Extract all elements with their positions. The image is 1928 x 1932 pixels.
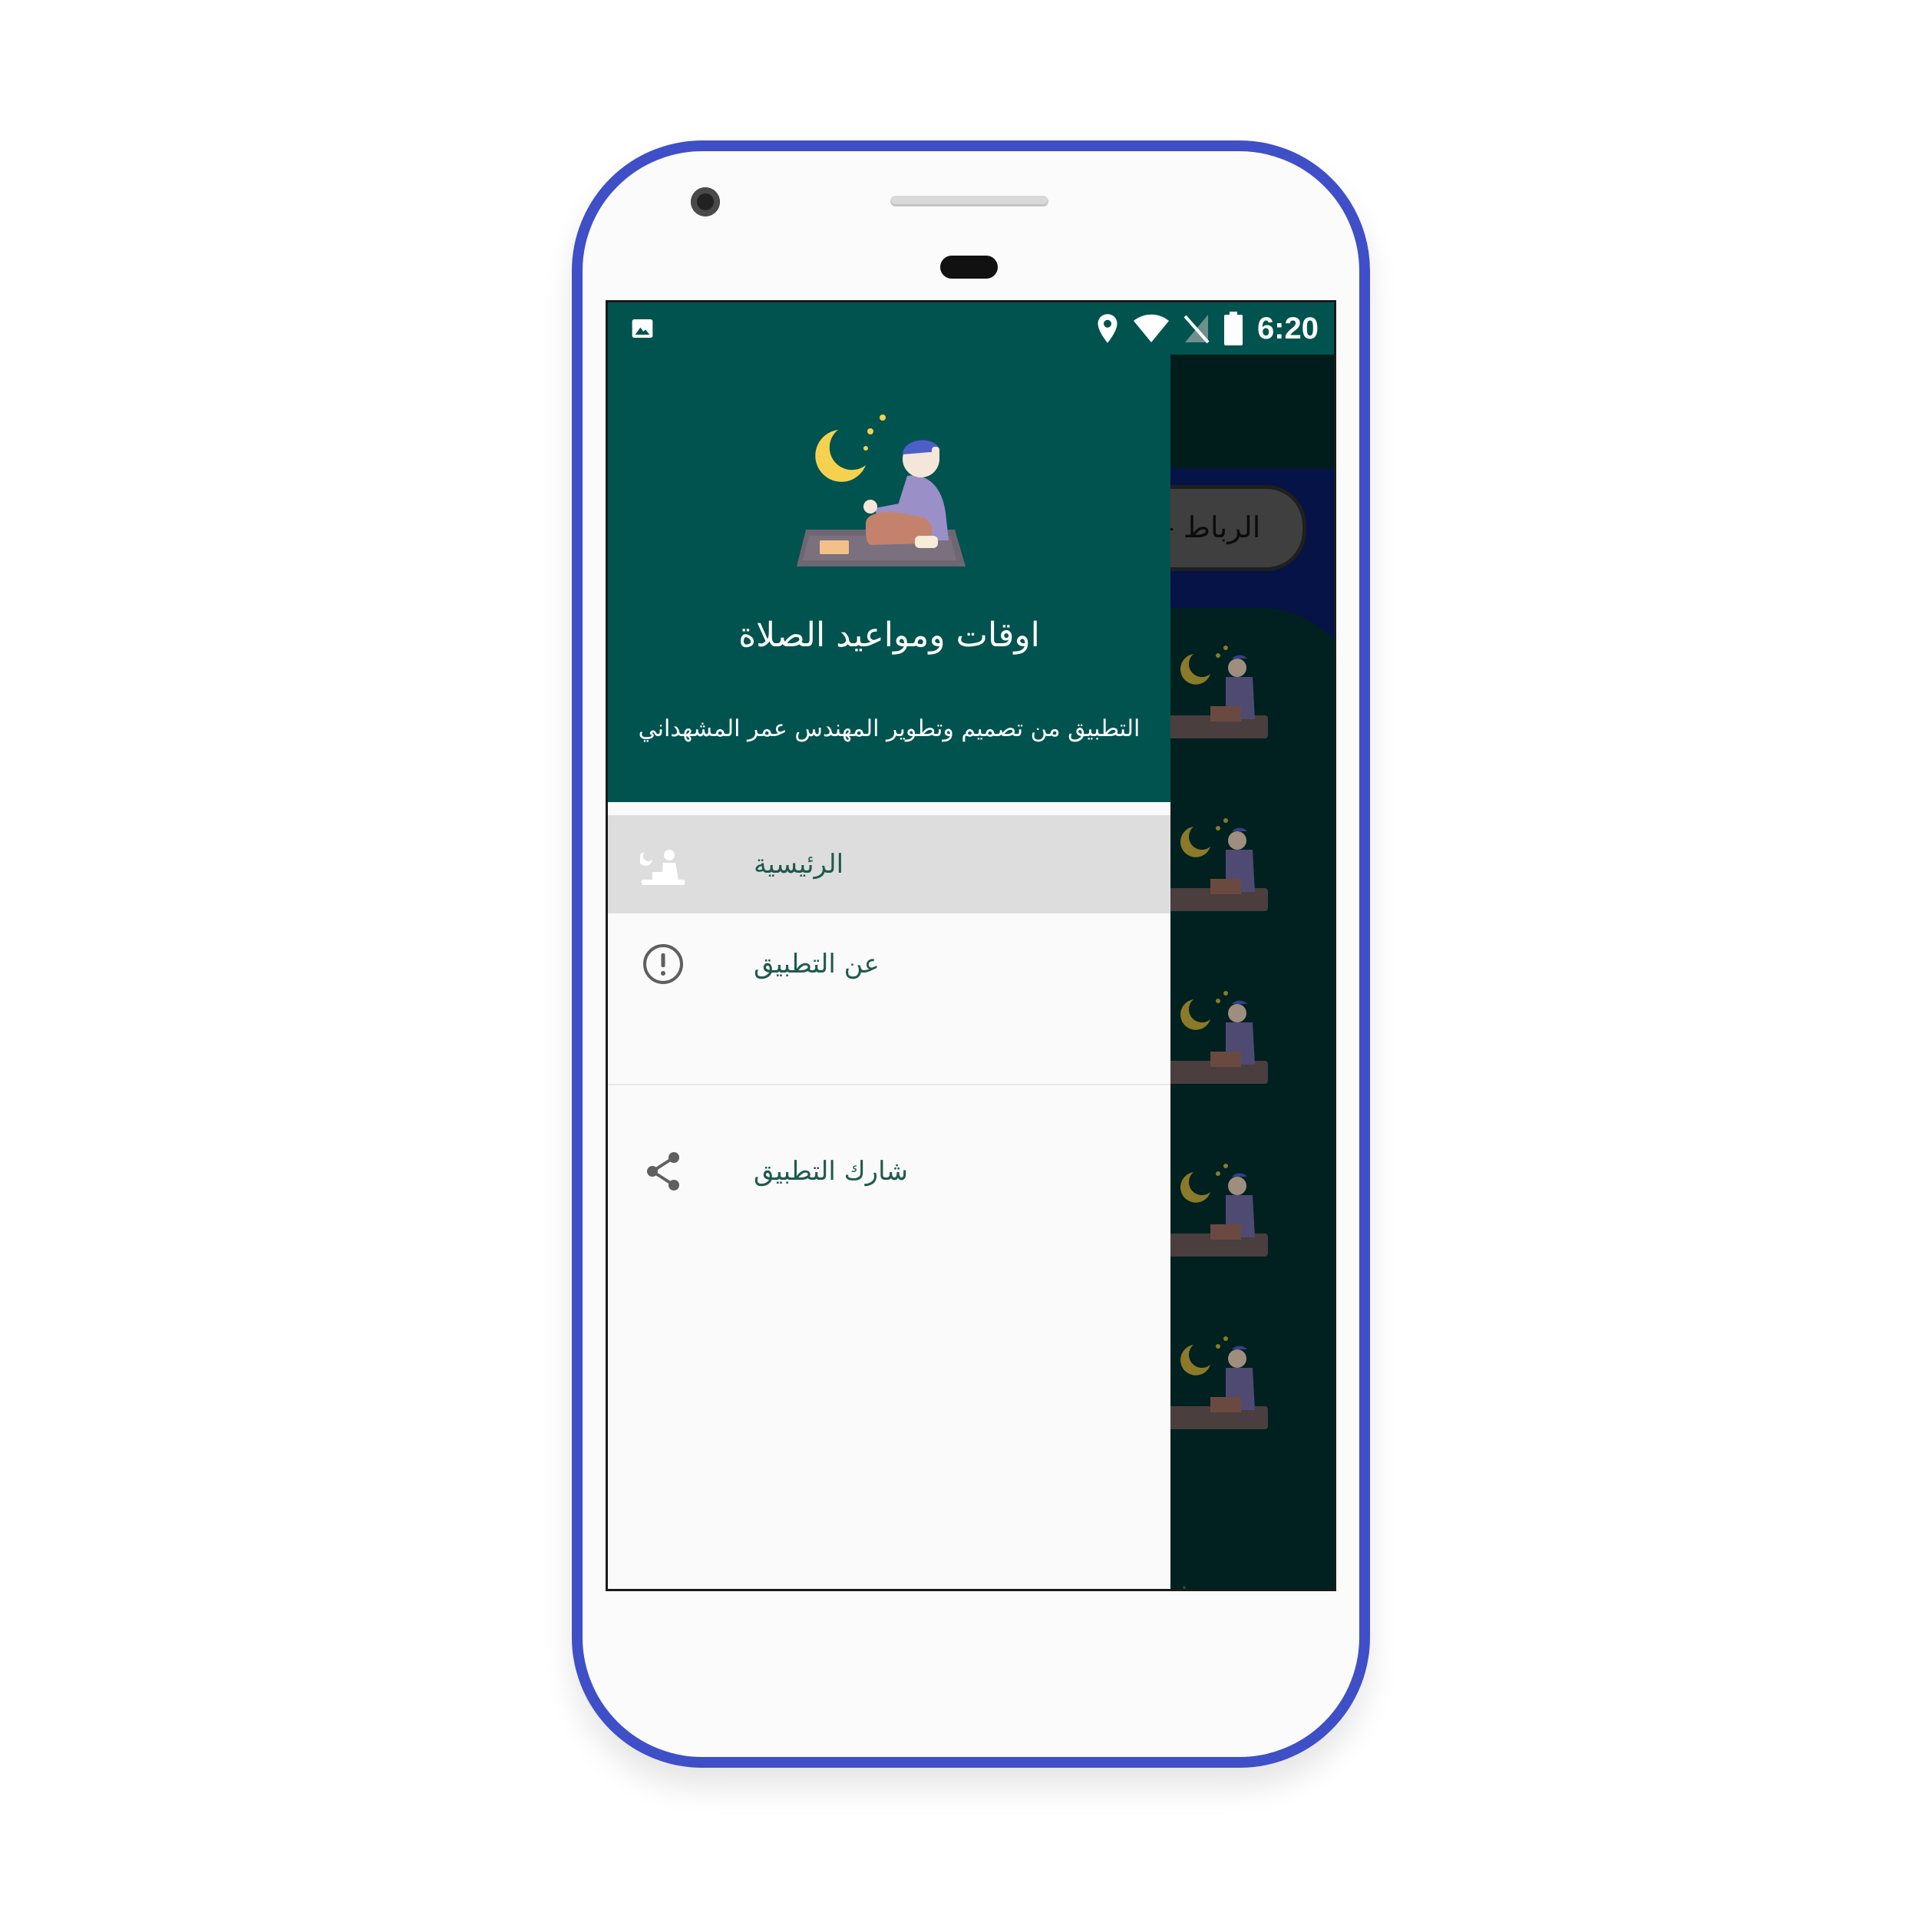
drawer-title: اوقات ومواعيد الصلاة xyxy=(738,616,1040,655)
drawer-header: اوقات ومواعيد الصلاة التطبيق من تصميم وت… xyxy=(608,355,1170,802)
no-sim-icon xyxy=(1184,315,1210,344)
image-icon xyxy=(632,319,653,338)
prayer-row-icon xyxy=(1168,991,1268,1084)
menu-divider xyxy=(608,1084,1170,1085)
status-icons: 6:20 xyxy=(1096,310,1319,347)
praying-man-icon xyxy=(797,414,966,566)
prayer-row-icon xyxy=(1168,1336,1268,1429)
status-bar: 6:20 xyxy=(608,302,1334,355)
status-time: 6:20 xyxy=(1256,312,1319,345)
prayer-row-icon xyxy=(1168,818,1268,911)
power-button xyxy=(1359,522,1367,629)
front-camera xyxy=(691,187,720,216)
navigation-drawer[interactable]: اوقات ومواعيد الصلاة التطبيق من تصميم وت… xyxy=(608,355,1170,1589)
menu-item-home[interactable]: الرئيسية xyxy=(608,815,1170,913)
speaker-grille xyxy=(890,196,1048,206)
menu-label-share: شارك التطبيق xyxy=(754,1156,908,1187)
location-icon xyxy=(1098,314,1118,343)
menu-label-about: عن التطبيق xyxy=(754,949,880,979)
volume-button xyxy=(1359,752,1367,959)
info-icon xyxy=(643,944,683,984)
footer-text: اد xyxy=(1168,1583,1188,1589)
drawer-subtitle: التطبيق من تصميم وتطوير المهندس عمر المش… xyxy=(638,715,1141,742)
menu-item-share[interactable]: شارك التطبيق xyxy=(608,1122,1170,1220)
prayer-row-icon xyxy=(1168,646,1268,738)
menu-label-home: الرئيسية xyxy=(754,849,844,880)
battery-icon xyxy=(1223,312,1243,345)
device-screen: 6:20 الرباط - اوقات ومواعيد الصلاة التطب… xyxy=(608,302,1334,1589)
earpiece xyxy=(940,256,998,279)
prayer-home-icon xyxy=(640,850,685,885)
menu-item-about[interactable]: عن التطبيق xyxy=(608,913,1170,1012)
share-icon xyxy=(647,1152,679,1191)
wifi-icon xyxy=(1133,314,1169,342)
prayer-row-icon xyxy=(1168,1164,1268,1257)
